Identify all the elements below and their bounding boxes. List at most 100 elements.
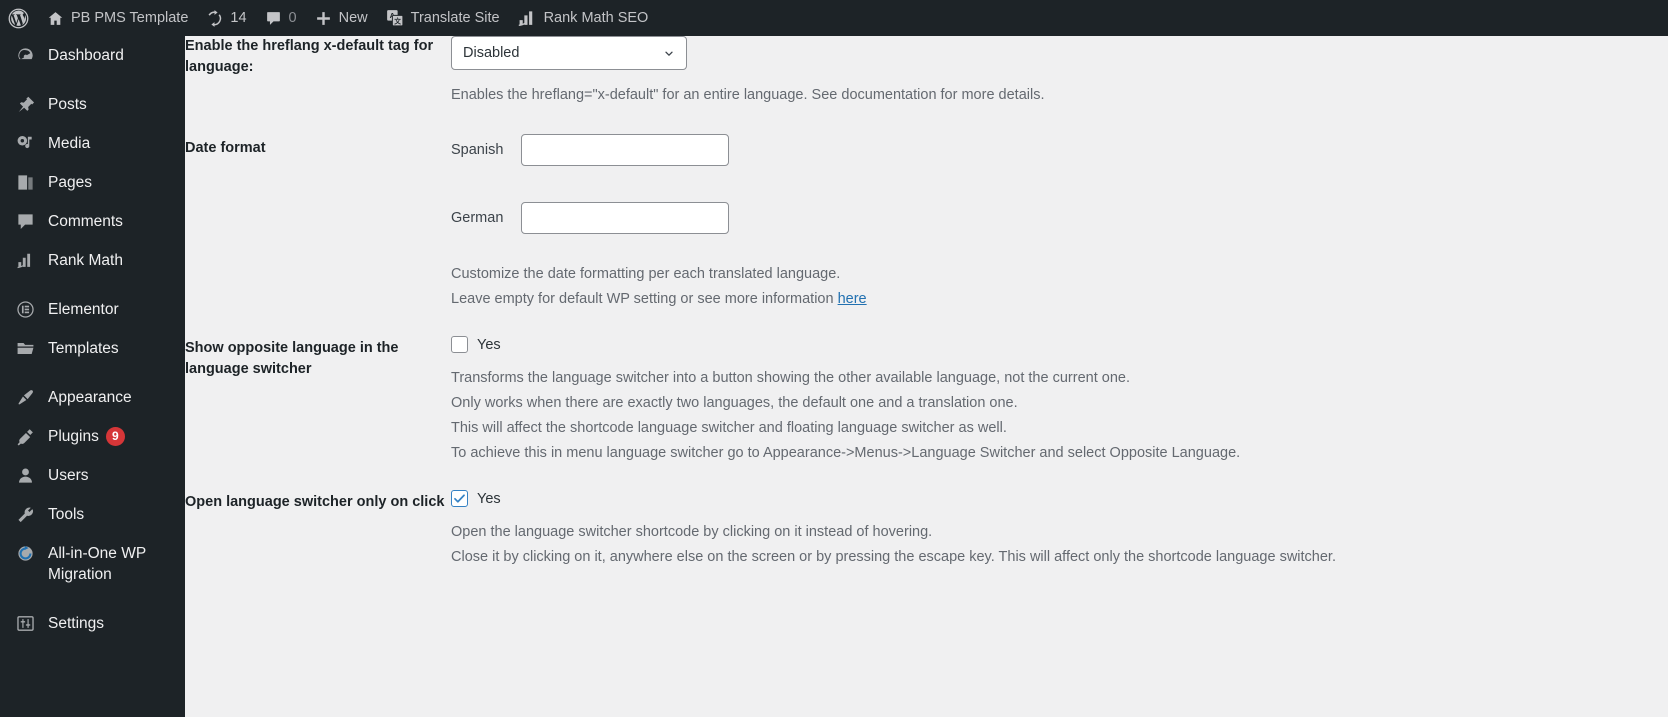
hreflang-xdefault-select[interactable]: Disabled <box>451 36 687 70</box>
opposite-language-checkbox[interactable] <box>451 336 468 353</box>
sidebar-separator <box>0 75 185 85</box>
hreflang-row-label: Enable the hreflang x-default tag for la… <box>185 38 434 75</box>
sidebar-item-media[interactable]: Media <box>0 124 185 163</box>
admin-bar-comments-count: 0 <box>288 10 297 26</box>
opposite-language-checkbox-label: Yes <box>477 336 501 353</box>
sidebar-item-appearance[interactable]: Appearance <box>0 378 185 417</box>
settings-sliders-icon <box>14 613 36 634</box>
open-on-click-row-field: Yes Open the language switcher shortcode… <box>451 466 1668 570</box>
sidebar-item-comments[interactable]: Comments <box>0 202 185 241</box>
date-format-here-link[interactable]: here <box>838 291 867 307</box>
hreflang-row-field: Disabled Enables the hreflang="x-default… <box>451 36 1668 108</box>
admin-bar-comments[interactable]: 0 <box>256 0 306 36</box>
sidebar-item-label: Tools <box>48 506 85 523</box>
sidebar-item-plugins[interactable]: Plugins 9 <box>0 417 185 456</box>
comments-icon <box>14 211 36 232</box>
opposite-language-description-2: Only works when there are exactly two la… <box>451 395 1018 411</box>
admin-bar-new[interactable]: New <box>306 0 377 36</box>
sidebar-item-elementor[interactable]: Elementor <box>0 290 185 329</box>
sidebar-item-posts[interactable]: Posts <box>0 85 185 124</box>
media-icon <box>14 133 36 154</box>
admin-bar-updates[interactable]: 14 <box>197 0 255 36</box>
sidebar-separator <box>0 594 185 604</box>
sidebar-item-rank-math[interactable]: Rank Math <box>0 241 185 280</box>
plugins-update-badge: 9 <box>105 427 125 447</box>
pages-icon <box>14 172 36 193</box>
admin-bar-updates-count: 14 <box>230 10 247 26</box>
sidebar-item-label: Elementor <box>48 301 119 318</box>
settings-content-area: Enable the hreflang x-default tag for la… <box>185 36 1668 717</box>
opposite-language-row-field: Yes Transforms the language switcher int… <box>451 312 1668 466</box>
admin-bar-wordpress-logo[interactable] <box>0 0 38 36</box>
setting-row-date-format: Date format Spanish German Customize the… <box>185 108 1668 312</box>
sidebar-item-settings[interactable]: Settings <box>0 604 185 643</box>
sidebar-item-users[interactable]: Users <box>0 456 185 495</box>
date-format-row-field: Spanish German Customize the date format… <box>451 108 1668 312</box>
admin-bar: PB PMS Template 14 0 New A文 Translate Si… <box>0 0 1668 36</box>
date-format-spanish-row: Spanish <box>451 134 1668 166</box>
sidebar-item-dashboard[interactable]: Dashboard <box>0 36 185 75</box>
opposite-language-description-4: To achieve this in menu language switche… <box>451 445 1241 461</box>
comment-bubble-icon <box>265 10 282 27</box>
sidebar-item-label: Users <box>48 467 89 484</box>
rank-math-icon <box>14 250 36 271</box>
tools-wrench-icon <box>14 504 36 525</box>
open-on-click-description-2: Close it by clicking on it, anywhere els… <box>451 549 1336 565</box>
date-format-spanish-input[interactable] <box>521 134 729 166</box>
setting-row-open-on-click: Open language switcher only on click Yes… <box>185 466 1668 570</box>
opposite-language-description-3: This will affect the shortcode language … <box>451 420 1007 436</box>
elementor-icon <box>14 299 36 320</box>
open-on-click-checkbox[interactable] <box>451 490 468 507</box>
sidebar-item-label: All-in-One WP Migration <box>48 545 146 583</box>
admin-bar-rank-math-seo-label: Rank Math SEO <box>543 10 649 26</box>
date-format-description-line2: Leave empty for default WP setting or se… <box>451 287 1668 312</box>
sidebar-separator <box>0 368 185 378</box>
opposite-language-row-label: Show opposite language in the language s… <box>185 340 399 377</box>
updates-icon <box>206 9 223 27</box>
settings-form-table: Enable the hreflang x-default tag for la… <box>185 36 1668 570</box>
home-icon <box>47 10 64 27</box>
open-on-click-description-1: Open the language switcher shortcode by … <box>451 524 933 540</box>
sidebar-item-label: Rank Math <box>48 252 123 269</box>
templates-folder-icon <box>14 338 36 359</box>
sidebar-separator <box>0 280 185 290</box>
plugins-plug-icon <box>14 426 36 447</box>
sidebar-item-label: Pages <box>48 174 92 191</box>
opposite-language-checkbox-line: Yes <box>451 336 1668 353</box>
sidebar-item-label: Plugins 9 <box>48 426 185 447</box>
admin-bar-site-name[interactable]: PB PMS Template <box>38 0 197 36</box>
setting-row-hreflang: Enable the hreflang x-default tag for la… <box>185 36 1668 108</box>
sidebar-item-label: Posts <box>48 96 87 113</box>
date-format-row-label: Date format <box>185 140 266 156</box>
date-format-german-input[interactable] <box>521 202 729 234</box>
all-in-one-wp-migration-icon <box>14 543 36 564</box>
opposite-language-description-1: Transforms the language switcher into a … <box>451 370 1130 386</box>
admin-bar-rank-math-seo[interactable]: Rank Math SEO <box>509 0 658 36</box>
admin-bar-translate-site-label: Translate Site <box>410 10 500 26</box>
dashboard-icon <box>14 45 36 66</box>
wordpress-logo-icon <box>8 8 29 29</box>
sidebar-item-plugins-label: Plugins <box>48 428 99 445</box>
date-format-description-prefix: Leave empty for default WP setting or se… <box>451 291 838 307</box>
open-on-click-row-label: Open language switcher only on click <box>185 494 445 510</box>
sidebar-item-label: Templates <box>48 340 119 357</box>
sidebar-item-pages[interactable]: Pages <box>0 163 185 202</box>
sidebar-item-label: Dashboard <box>48 47 124 64</box>
hreflang-select-wrapper: Disabled <box>451 36 687 70</box>
sidebar-item-label: Comments <box>48 213 123 230</box>
rank-math-icon <box>518 9 537 28</box>
date-format-german-row: German <box>451 202 1668 234</box>
date-format-german-label: German <box>451 210 504 226</box>
sidebar-item-label: Appearance <box>48 389 132 406</box>
admin-bar-new-label: New <box>338 10 368 26</box>
hreflang-description: Enables the hreflang="x-default" for an … <box>451 87 1045 103</box>
users-icon <box>14 465 36 486</box>
date-format-description-line1: Customize the date formatting per each t… <box>451 266 841 282</box>
admin-bar-translate-site[interactable]: A文 Translate Site <box>377 0 509 36</box>
setting-row-opposite-language: Show opposite language in the language s… <box>185 312 1668 466</box>
open-on-click-checkbox-label: Yes <box>477 490 501 507</box>
sidebar-item-templates[interactable]: Templates <box>0 329 185 368</box>
plus-icon <box>315 10 332 27</box>
sidebar-item-all-in-one-wp-migration[interactable]: All-in-One WP Migration <box>0 534 185 594</box>
sidebar-item-tools[interactable]: Tools <box>0 495 185 534</box>
